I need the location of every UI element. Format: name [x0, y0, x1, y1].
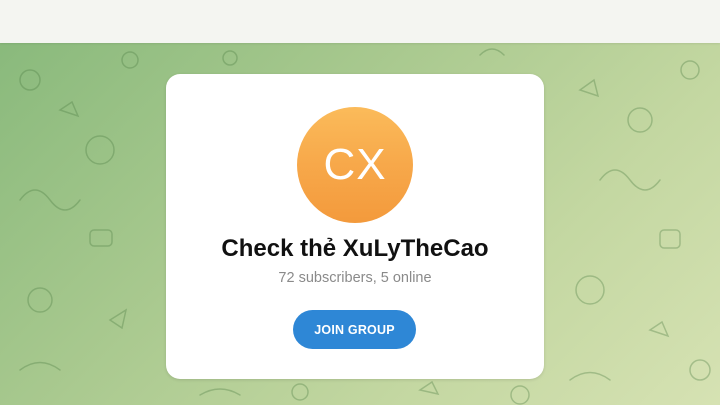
channel-preview-card: CX Check thẻ XuLyTheCao 72 subscribers, …	[166, 74, 544, 379]
avatar-initials: CX	[323, 140, 387, 189]
channel-avatar: CX	[297, 107, 413, 223]
channel-title: Check thẻ XuLyTheCao	[221, 235, 489, 262]
top-bar	[0, 0, 720, 43]
join-group-button[interactable]: JOIN GROUP	[293, 310, 416, 349]
channel-member-count: 72 subscribers, 5 online	[278, 270, 432, 286]
